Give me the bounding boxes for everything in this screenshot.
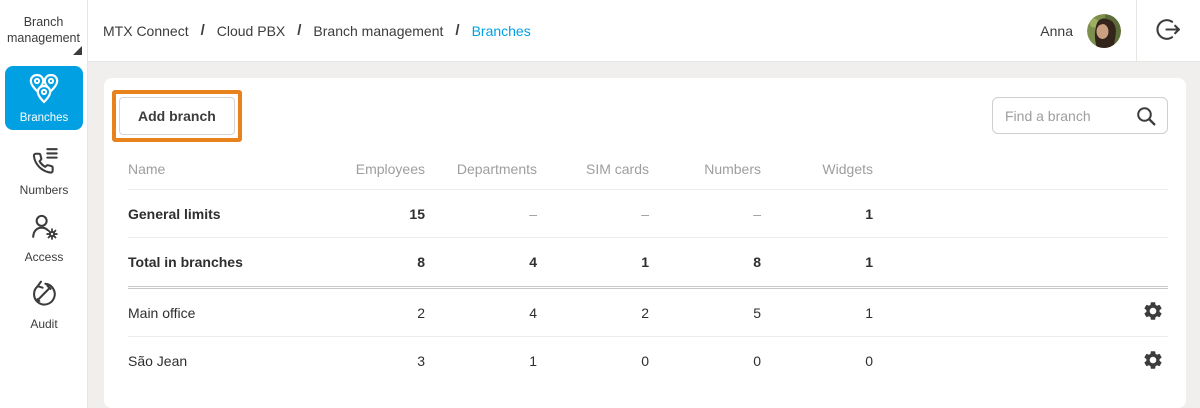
row-settings-button[interactable]: [1140, 298, 1166, 327]
breadcrumb-separator: /: [297, 22, 302, 39]
header-name: Name: [128, 160, 166, 177]
cell-departments: 4: [529, 254, 537, 270]
table-header-row: Name Employees Departments SIM cards Num…: [128, 148, 1168, 190]
header-numbers: Numbers: [704, 160, 761, 177]
breadcrumb-item-mtx-connect[interactable]: MTX Connect: [103, 23, 189, 39]
header-employees: Employees: [355, 160, 425, 177]
cell-employees: 8: [417, 254, 425, 270]
cell-numbers: 5: [753, 304, 761, 321]
header-sim-cards: SIM cards: [585, 160, 649, 177]
breadcrumb-separator: /: [455, 22, 460, 39]
cell-name: General limits: [128, 205, 221, 222]
cell-numbers: 0: [753, 353, 761, 369]
cell-sim-cards: 0: [641, 353, 649, 369]
cell-sim-cards: –: [641, 205, 649, 222]
resize-handle-icon[interactable]: [73, 46, 82, 55]
gear-icon: [1142, 349, 1164, 374]
table-row-sao-jean[interactable]: São Jean 3 1 0 0 0: [128, 337, 1168, 385]
header-departments: Departments: [456, 160, 537, 177]
gear-icon: [1142, 300, 1164, 325]
logout-icon: [1155, 16, 1182, 46]
breadcrumb-item-branch-management[interactable]: Branch management: [313, 23, 443, 39]
breadcrumb-item-cloud-pbx[interactable]: Cloud PBX: [217, 23, 285, 39]
cell-widgets: 1: [865, 205, 873, 222]
cell-name: São Jean: [128, 353, 188, 369]
topbar: MTX Connect / Cloud PBX / Branch managem…: [88, 0, 1200, 62]
cell-name: Main office: [128, 304, 196, 321]
breadcrumb-separator: /: [200, 22, 205, 39]
cell-numbers: 8: [753, 254, 761, 270]
search-box: [992, 97, 1168, 134]
user-gear-icon: [28, 211, 60, 246]
sidebar-item-branches[interactable]: Branches: [5, 66, 83, 130]
avatar[interactable]: [1087, 13, 1121, 48]
table-row-general-limits: General limits 15 – – – 1: [128, 190, 1168, 238]
topbar-user-area: Anna: [1040, 0, 1200, 62]
sidebar: Branch management Branches Numbers Acces…: [0, 0, 88, 408]
cell-sim-cards: 2: [641, 304, 649, 321]
cell-departments: 1: [529, 353, 537, 369]
sidebar-item-label: Branches: [19, 111, 69, 124]
table-row-total-in-branches: Total in branches 8 4 1 8 1: [128, 238, 1168, 286]
sidebar-item-numbers[interactable]: Numbers: [0, 140, 88, 200]
cell-widgets: 0: [865, 353, 873, 369]
cell-widgets: 1: [865, 254, 873, 270]
cell-employees: 2: [417, 304, 425, 321]
cell-departments: –: [529, 205, 537, 222]
annotation-highlight-box: Add branch: [112, 90, 242, 142]
pencil-circle-icon: [28, 278, 60, 313]
cell-widgets: 1: [865, 304, 873, 321]
search-icon[interactable]: [1135, 105, 1157, 127]
header-widgets: Widgets: [822, 160, 873, 177]
cell-name: Total in branches: [128, 254, 243, 270]
add-branch-button[interactable]: Add branch: [119, 97, 235, 135]
search-input[interactable]: [993, 107, 1131, 124]
branch-pins-icon: [24, 73, 64, 111]
cell-departments: 4: [529, 304, 537, 321]
breadcrumb-item-branches[interactable]: Branches: [472, 23, 531, 39]
sidebar-item-access[interactable]: Access: [0, 207, 88, 267]
sidebar-item-label: Audit: [30, 316, 58, 331]
sidebar-item-label: Access: [24, 249, 64, 264]
branches-table: Name Employees Departments SIM cards Num…: [128, 148, 1168, 385]
table-row-main-office[interactable]: Main office 2 4 2 5 1: [128, 289, 1168, 337]
breadcrumb: MTX Connect / Cloud PBX / Branch managem…: [103, 22, 531, 39]
sidebar-item-label: Numbers: [19, 182, 69, 197]
sidebar-item-audit[interactable]: Audit: [0, 274, 88, 334]
content-card: Add branch Name Employees Departments SI…: [104, 78, 1186, 408]
cell-employees: 15: [409, 205, 425, 222]
cell-employees: 3: [417, 353, 425, 369]
user-name: Anna: [1040, 22, 1073, 39]
phone-list-icon: [28, 144, 60, 179]
cell-numbers: –: [753, 205, 761, 222]
cell-sim-cards: 1: [641, 254, 649, 270]
logout-button[interactable]: [1137, 0, 1200, 62]
row-settings-button[interactable]: [1140, 347, 1166, 376]
sidebar-title: Branch management: [7, 15, 80, 45]
